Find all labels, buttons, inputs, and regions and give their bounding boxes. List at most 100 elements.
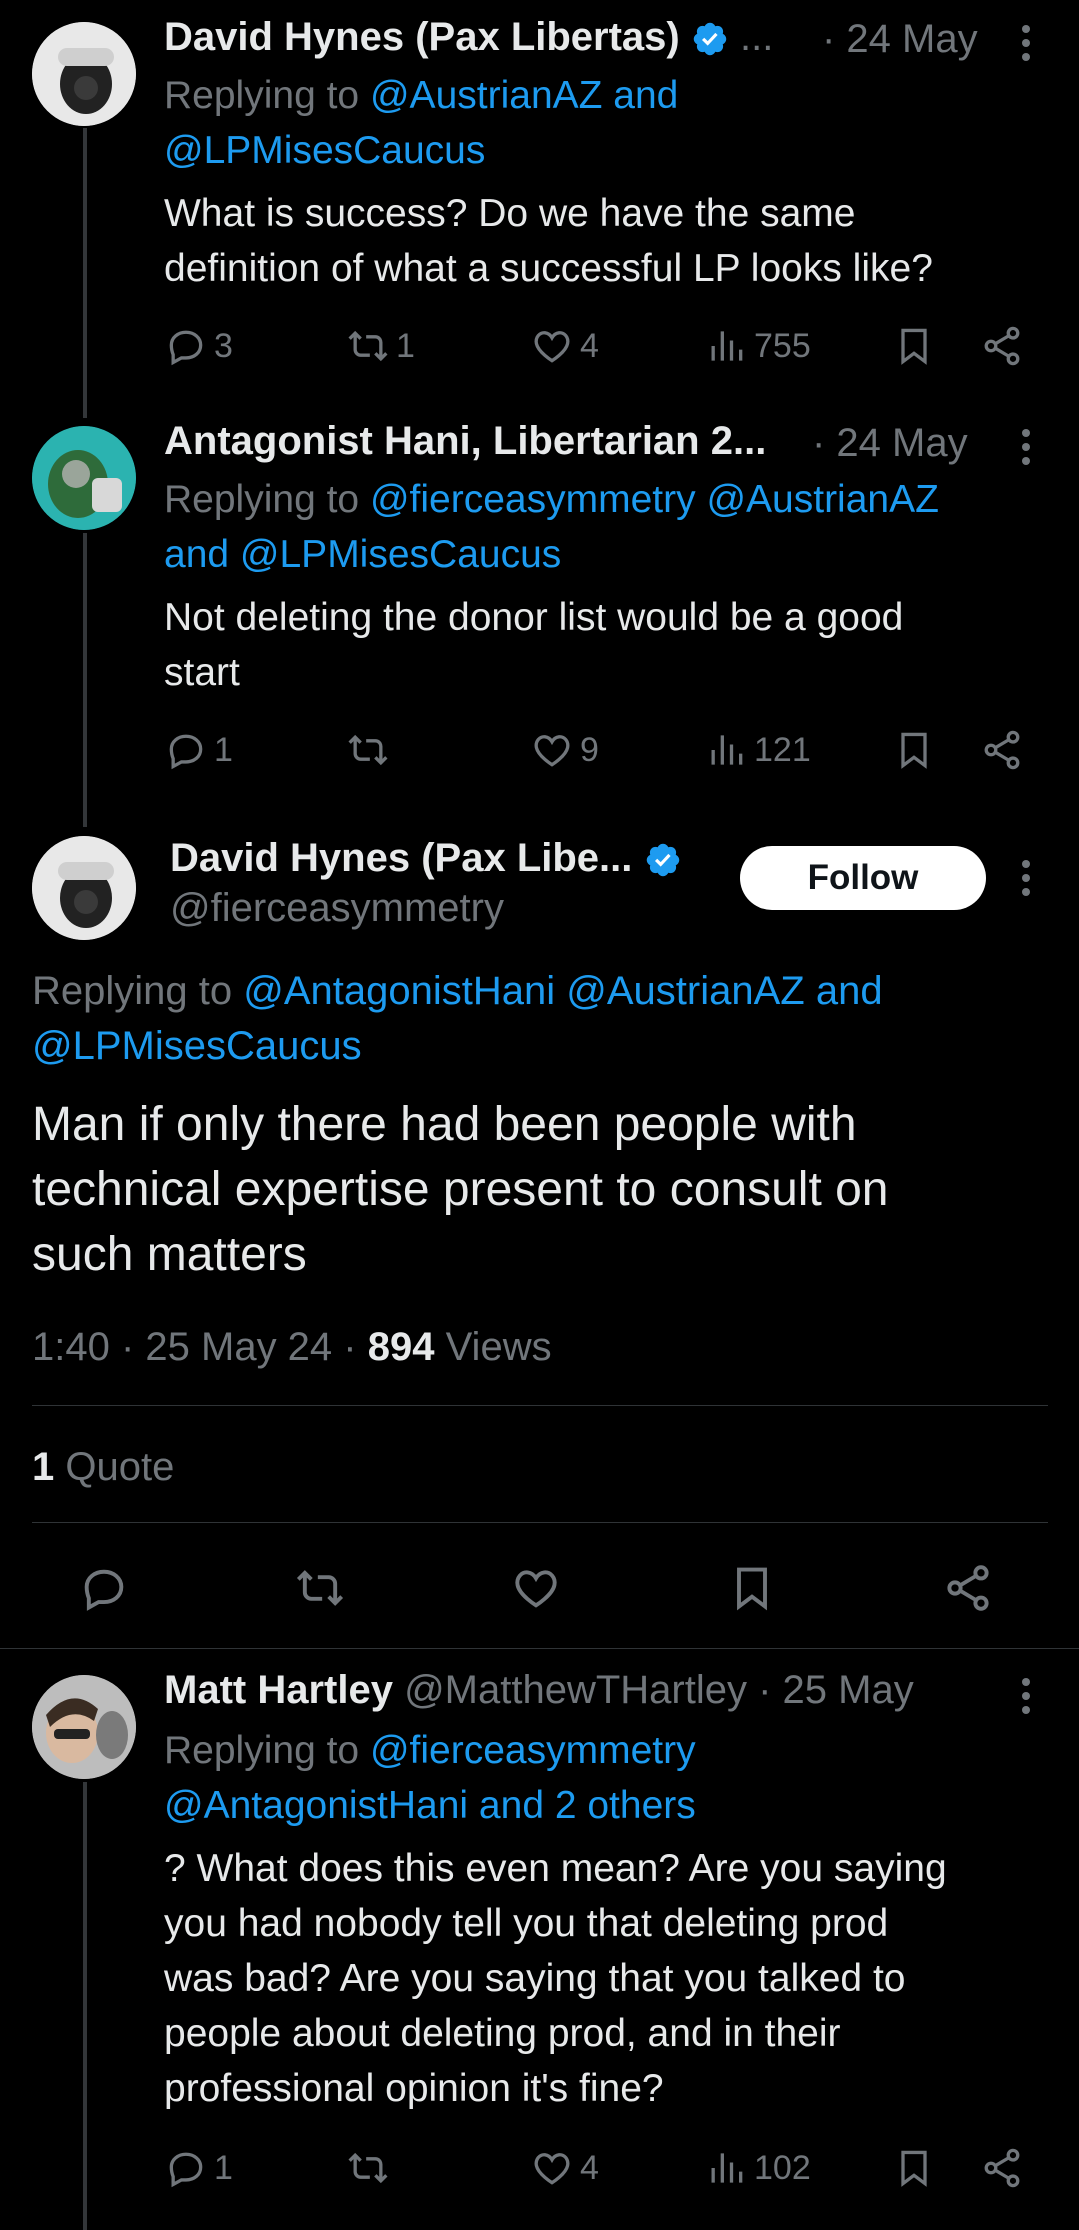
like-button[interactable]: 9 — [530, 726, 599, 774]
reply-handle-link[interactable]: @AustrianAZ and — [370, 74, 678, 117]
bookmark-icon — [901, 2150, 927, 2187]
views-label: Views — [434, 1325, 552, 1369]
views-button[interactable]: 121 — [704, 726, 811, 774]
reply-handle-link[interactable]: @fierceasymmetry @AustrianAZ — [370, 478, 939, 521]
quote-label: Quote — [54, 1445, 175, 1489]
thread-line — [83, 128, 87, 418]
bookmark-button[interactable] — [892, 322, 936, 370]
repost-button[interactable]: 1 — [346, 322, 415, 370]
reply-icon — [84, 1569, 124, 1611]
avatar[interactable] — [32, 836, 136, 940]
reply-handle-link[interactable]: @LPMisesCaucus — [32, 1024, 362, 1068]
like-button[interactable]: 4 — [530, 2144, 599, 2192]
like-count: 9 — [580, 730, 599, 769]
bookmark-icon — [737, 1567, 767, 1611]
tweet-text: Man if only there had been people with t… — [32, 1092, 889, 1287]
share-icon — [984, 2148, 1020, 2188]
tweet-text: Not deleting the donor list would be a g… — [164, 590, 903, 700]
repost-button[interactable] — [346, 2144, 396, 2192]
share-button[interactable] — [942, 1560, 994, 1616]
repost-count: 1 — [396, 326, 415, 365]
tweet-timestamp: 1:40 · 25 May 24 · 894 Views — [32, 1325, 552, 1370]
bookmark-button[interactable] — [892, 2144, 936, 2192]
verified-icon — [693, 23, 727, 56]
author-handle[interactable]: @MatthewTHartley — [404, 1668, 747, 1712]
bookmark-button[interactable] — [726, 1560, 778, 1616]
more-icon[interactable] — [1022, 429, 1032, 471]
replying-to: Replying to @AustrianAZ and @LPMisesCauc… — [164, 68, 678, 178]
views-count: 894 — [367, 1325, 435, 1369]
reply-icon — [169, 734, 203, 770]
repost-button[interactable] — [294, 1560, 346, 1616]
thread-line — [83, 1782, 87, 2230]
tweet-actions: 3 1 4 755 — [164, 322, 1030, 370]
author-name[interactable]: Matt Hartley — [164, 1668, 393, 1712]
tweet-text-line: ? What does this even mean? Are you sayi… — [164, 1847, 947, 1890]
tweet-text-line: you had nobody tell you that deleting pr… — [164, 1902, 889, 1945]
view-count: 755 — [754, 326, 811, 365]
replying-to: Replying to @AntagonistHani @AustrianAZ … — [32, 964, 883, 1074]
tweet-text-line: start — [164, 651, 240, 694]
tweet-text-line: Not deleting the donor list would be a g… — [164, 596, 904, 639]
reply-handle-link[interactable]: and @LPMisesCaucus — [164, 533, 561, 576]
tweet-text-line: professional opinion it's fine? — [164, 2067, 664, 2110]
share-button[interactable] — [980, 322, 1024, 370]
views-icon — [711, 2153, 743, 2183]
author-name[interactable]: David Hynes (Pax Libe... — [170, 836, 682, 881]
views-button[interactable]: 102 — [704, 2144, 811, 2192]
author-name-text: David Hynes (Pax Libe... — [170, 836, 633, 880]
reply-handle-link[interactable]: @fierceasymmetry — [370, 1729, 696, 1772]
thread-line — [83, 533, 87, 827]
replying-to: Replying to @fierceasymmetry @AustrianAZ… — [164, 472, 939, 582]
tweet-actions: 1 9 121 — [164, 726, 1030, 774]
like-button[interactable] — [510, 1560, 562, 1616]
reply-button[interactable]: 3 — [164, 322, 233, 370]
avatar[interactable] — [32, 426, 136, 530]
reply-handle-link[interactable]: @LPMisesCaucus — [164, 129, 485, 172]
repost-icon — [348, 2152, 388, 2184]
reply-count: 1 — [214, 730, 233, 769]
repost-button[interactable] — [346, 726, 396, 774]
author-handle[interactable]: @fierceasymmetry — [170, 886, 504, 931]
quote-count-link[interactable]: 1 Quote — [32, 1445, 174, 1490]
share-button[interactable] — [980, 2144, 1024, 2192]
timestamp-text[interactable]: 1:40 · 25 May 24 · — [32, 1325, 368, 1369]
verified-icon — [646, 844, 679, 877]
share-icon — [947, 1565, 989, 1611]
name-ellipsis: ... — [740, 15, 774, 59]
reply-count: 1 — [214, 2148, 233, 2187]
author-name-text: David Hynes (Pax Libertas) — [164, 15, 680, 59]
divider — [32, 1405, 1048, 1406]
avatar[interactable] — [32, 22, 136, 126]
share-button[interactable] — [980, 726, 1024, 774]
author-name[interactable]: David Hynes (Pax Libertas) ... — [164, 15, 773, 60]
more-icon[interactable] — [1022, 1678, 1032, 1720]
bookmark-button[interactable] — [892, 726, 936, 774]
like-icon — [534, 735, 570, 767]
more-icon[interactable] — [1022, 860, 1032, 902]
repost-icon — [348, 330, 388, 362]
reply-button[interactable] — [78, 1560, 130, 1616]
author-name[interactable]: Antagonist Hani, Libertarian 2... — [164, 419, 766, 464]
reply-prefix: Replying to — [164, 74, 360, 117]
reply-handle-link[interactable]: @AntagonistHani @AustrianAZ and — [243, 969, 882, 1013]
tweet-actions: 1 4 102 — [164, 2144, 1030, 2192]
more-icon[interactable] — [1022, 25, 1032, 67]
reply-header: Matt Hartley @MatthewTHartley · 25 May — [164, 1668, 914, 1713]
like-button[interactable]: 4 — [530, 322, 599, 370]
like-count: 4 — [580, 326, 599, 365]
divider — [32, 1522, 1048, 1523]
views-button[interactable]: 755 — [704, 322, 811, 370]
reply-handle-link[interactable]: @AntagonistHani and 2 others — [164, 1784, 696, 1827]
tweet-date[interactable]: · 25 May — [758, 1668, 914, 1712]
tweet-text: ? What does this even mean? Are you sayi… — [164, 1841, 947, 2116]
reply-button[interactable]: 1 — [164, 2144, 233, 2192]
like-icon — [534, 2153, 570, 2185]
reply-button[interactable]: 1 — [164, 726, 233, 774]
avatar[interactable] — [32, 1675, 136, 1779]
tweet-date[interactable]: · 24 May — [812, 421, 968, 466]
tweet-date[interactable]: · 24 May — [822, 17, 978, 62]
reply-count: 3 — [214, 326, 233, 365]
follow-button[interactable]: Follow — [740, 846, 986, 910]
repost-icon — [348, 734, 388, 766]
